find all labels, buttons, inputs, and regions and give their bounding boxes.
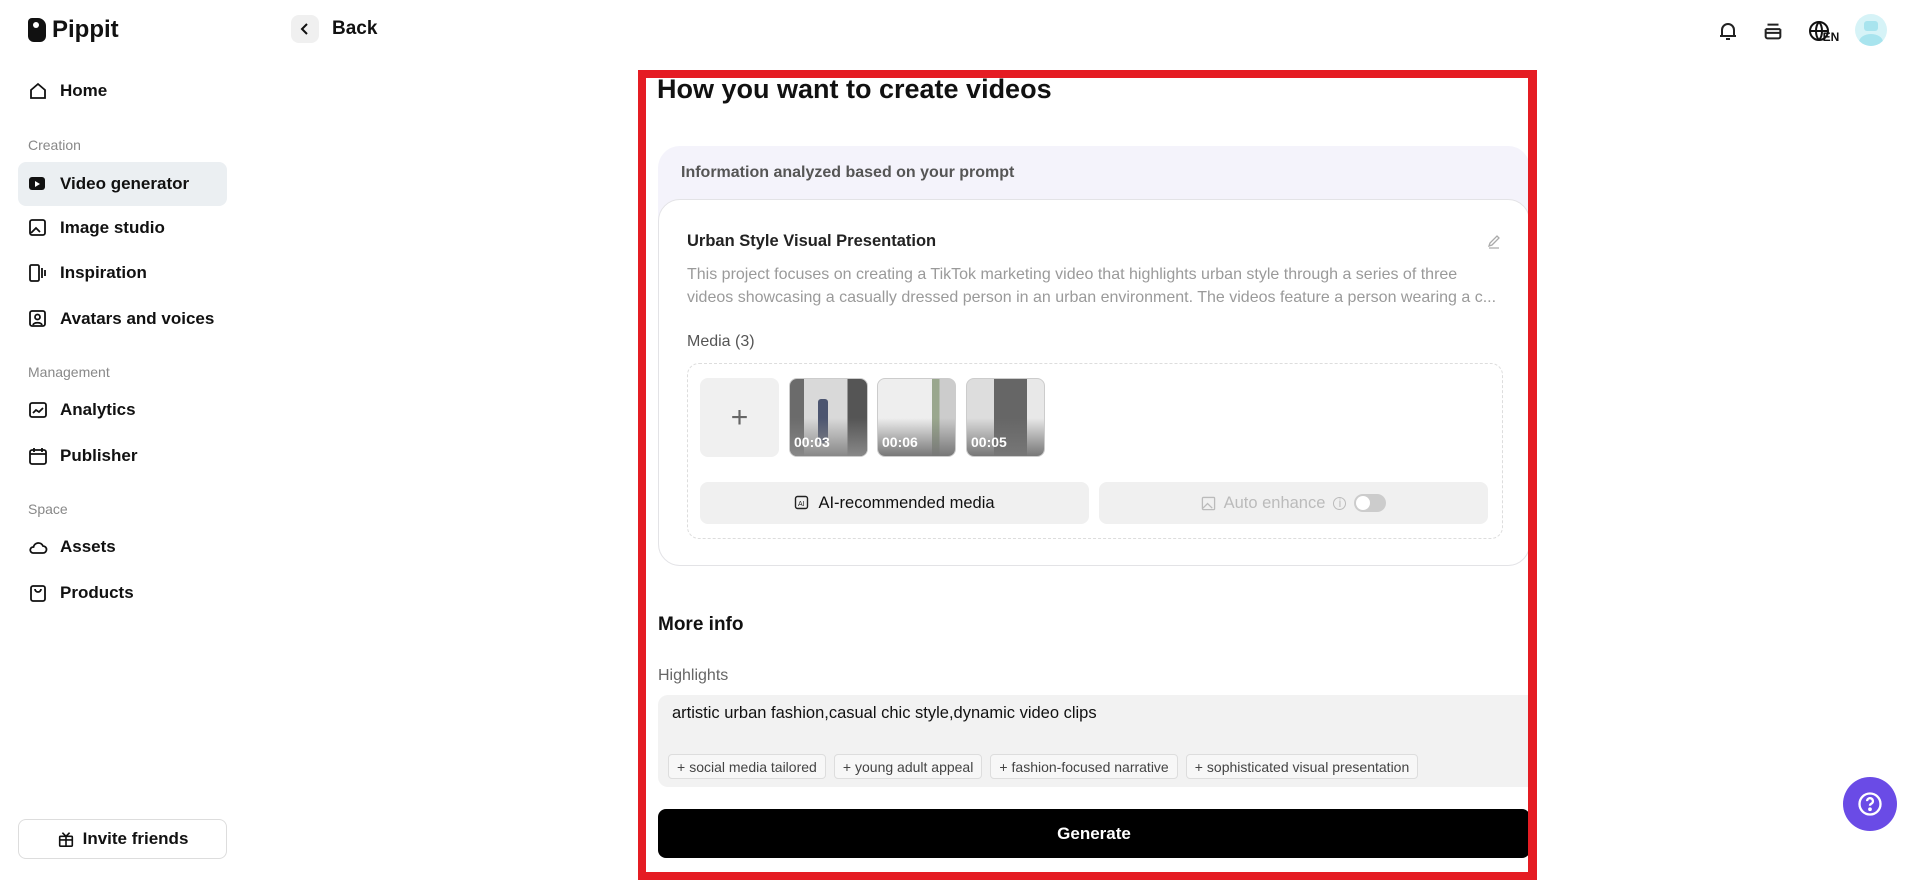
sidebar-item-assets[interactable]: Assets — [18, 525, 227, 569]
app-logo[interactable]: Pippit — [28, 16, 119, 44]
highlight-frame — [638, 70, 1537, 880]
calendar-icon — [29, 448, 47, 465]
avatar-icon — [29, 310, 46, 327]
invite-friends-button[interactable]: Invite friends — [18, 819, 227, 859]
analytics-icon — [29, 402, 47, 418]
sidebar-item-home[interactable]: Home — [18, 69, 227, 113]
video-icon — [29, 177, 45, 190]
home-icon — [30, 82, 46, 99]
cloud-icon — [29, 542, 48, 554]
sidebar-item-inspiration[interactable]: Inspiration — [18, 251, 227, 295]
inspiration-icon — [29, 264, 46, 282]
help-button[interactable] — [1843, 777, 1897, 831]
back-button[interactable] — [291, 15, 319, 43]
section-management: Management — [28, 364, 110, 380]
sidebar-item-analytics[interactable]: Analytics — [18, 388, 227, 432]
sidebar-item-image-studio[interactable]: Image studio — [18, 206, 227, 250]
bell-icon[interactable] — [1713, 16, 1743, 46]
image-icon — [29, 219, 46, 236]
credits-icon[interactable] — [1758, 16, 1788, 46]
bag-icon — [30, 585, 46, 602]
section-creation: Creation — [28, 137, 81, 153]
sidebar-item-publisher[interactable]: Publisher — [18, 434, 227, 478]
sidebar-item-products[interactable]: Products — [18, 571, 227, 615]
logo-icon — [28, 18, 46, 42]
sidebar-item-video-generator[interactable]: Video generator — [18, 162, 227, 206]
avatar[interactable] — [1855, 14, 1887, 46]
section-space: Space — [28, 501, 68, 517]
help-icon — [1858, 792, 1882, 816]
gift-icon — [58, 832, 73, 848]
sidebar-item-avatars[interactable]: Avatars and voices — [18, 297, 227, 341]
back-label[interactable]: Back — [332, 18, 377, 40]
chevron-left-icon — [300, 23, 308, 35]
language-button[interactable]: EN — [1805, 16, 1841, 46]
